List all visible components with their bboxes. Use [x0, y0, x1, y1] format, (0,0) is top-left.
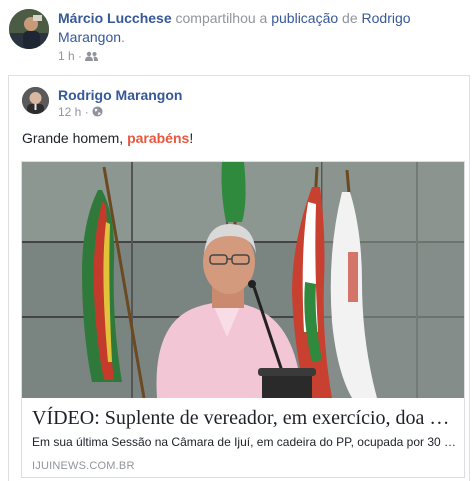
- post-timestamp[interactable]: 12 h: [58, 105, 81, 119]
- globe-icon[interactable]: [92, 105, 103, 119]
- post-text: Grande homem, parabéns!: [22, 129, 193, 148]
- post-author-avatar[interactable]: [22, 87, 49, 114]
- share-timestamp[interactable]: 1 h: [58, 49, 75, 63]
- meta-separator: ·: [84, 105, 89, 119]
- link-preview-description: Em sua última Sessão na Câmara de Ijuí, …: [32, 435, 457, 449]
- post-text-before: Grande homem,: [22, 130, 128, 146]
- share-period: .: [121, 29, 125, 45]
- share-header: Márcio Lucchese compartilhou a publicaçã…: [58, 9, 463, 47]
- post-author-name-link[interactable]: Rodrigo Marangon: [58, 87, 182, 103]
- post-text-highlight: parabéns: [127, 130, 190, 146]
- sharer-avatar-image: [9, 9, 49, 49]
- sharer-avatar[interactable]: [9, 9, 49, 49]
- post-meta: 12 h ·: [58, 104, 103, 120]
- post-author-avatar-image: [22, 87, 49, 114]
- post-text-after: !: [189, 130, 194, 146]
- post-author-header: Rodrigo Marangon: [58, 86, 182, 105]
- link-preview-domain: IJUINEWS.COM.BR: [32, 460, 135, 472]
- share-meta: 1 h ·: [58, 48, 99, 64]
- link-preview-card[interactable]: VÍDEO: Suplente de vereador, em exercíci…: [21, 161, 465, 478]
- link-preview-image[interactable]: [22, 162, 464, 398]
- friends-icon[interactable]: [85, 49, 99, 63]
- meta-separator: ·: [78, 49, 83, 63]
- publication-link[interactable]: publicação: [271, 10, 338, 26]
- share-action-text: compartilhou a: [171, 10, 272, 26]
- share-preposition: de: [338, 10, 362, 26]
- link-preview-title[interactable]: VÍDEO: Suplente de vereador, em exercíci…: [32, 405, 457, 431]
- sharer-name-link[interactable]: Márcio Lucchese: [58, 10, 172, 26]
